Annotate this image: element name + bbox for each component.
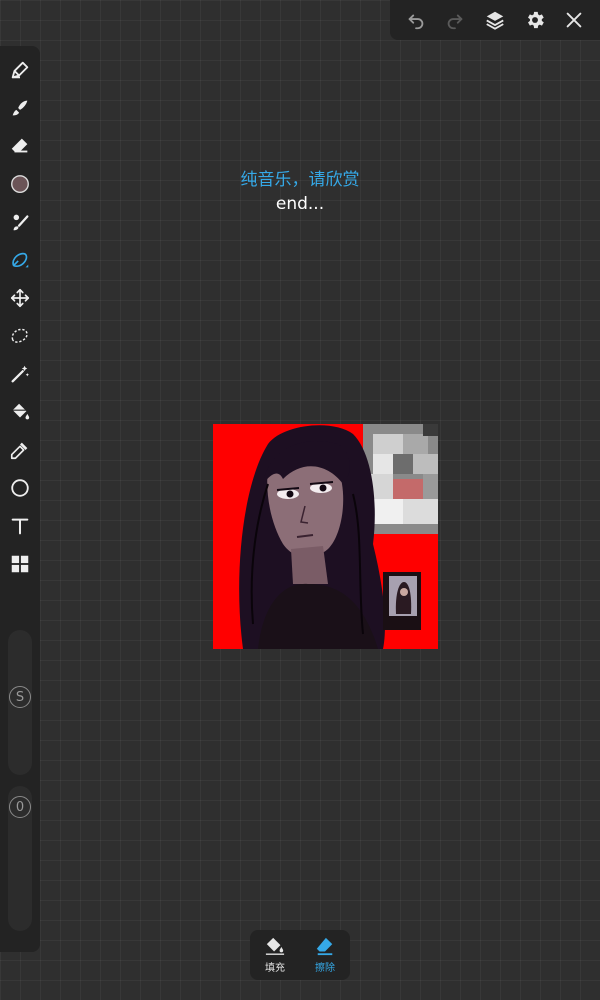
canvas-title-text: 纯音乐，请欣赏 xyxy=(240,170,360,190)
eraser-tool[interactable] xyxy=(6,132,34,160)
lasso-fill-tool[interactable] xyxy=(6,246,34,274)
brush-size-slider[interactable]: S xyxy=(8,630,32,775)
smudge-icon xyxy=(12,100,28,116)
text-tool[interactable] xyxy=(6,512,34,540)
top-toolbar xyxy=(390,0,600,40)
size-knob[interactable]: S xyxy=(9,686,31,708)
shape-tool[interactable] xyxy=(6,474,34,502)
lasso-select-icon xyxy=(11,328,28,343)
redo-icon xyxy=(448,14,463,30)
pen-tool[interactable] xyxy=(6,56,34,84)
artwork-image xyxy=(213,424,438,649)
fill-button[interactable]: 填充 xyxy=(253,936,297,974)
text-icon xyxy=(11,518,29,535)
magic-wand-icon xyxy=(11,365,29,383)
settings-button[interactable] xyxy=(520,5,550,35)
fill-bucket-tool[interactable] xyxy=(6,398,34,426)
gear-icon xyxy=(527,11,544,29)
pen-icon xyxy=(11,61,29,79)
lasso-select-tool[interactable] xyxy=(6,322,34,350)
shape-circle-icon xyxy=(11,479,29,497)
redo-button[interactable] xyxy=(440,5,470,35)
lasso-fill-icon xyxy=(12,252,29,268)
fill-bucket-icon xyxy=(11,403,30,420)
magic-wand-tool[interactable] xyxy=(6,360,34,388)
grid-tool[interactable] xyxy=(6,550,34,578)
eraser-icon xyxy=(316,937,333,956)
close-icon xyxy=(566,12,582,28)
close-button[interactable] xyxy=(559,5,589,35)
grid-icon xyxy=(11,555,29,573)
eraser-icon xyxy=(11,138,28,153)
move-icon xyxy=(10,288,30,308)
fill-bucket-icon xyxy=(265,937,285,955)
erase-label: 擦除 xyxy=(315,963,335,974)
erase-button[interactable]: 擦除 xyxy=(303,936,347,974)
eyedropper-tool[interactable] xyxy=(6,436,34,464)
smudge-tool[interactable] xyxy=(6,94,34,122)
opacity-slider[interactable]: 0 xyxy=(8,786,32,931)
move-tool[interactable] xyxy=(6,284,34,312)
layers-button[interactable] xyxy=(480,5,510,35)
undo-button[interactable] xyxy=(401,5,431,35)
opacity-knob[interactable]: 0 xyxy=(9,796,31,818)
fill-label: 填充 xyxy=(265,963,285,974)
brush-icon xyxy=(13,214,29,231)
canvas-subtitle-text: end... xyxy=(275,194,325,214)
bottom-tool-panel: 填充 擦除 xyxy=(250,930,350,980)
undo-icon xyxy=(408,14,424,30)
eyedropper-icon xyxy=(10,442,28,460)
layers-icon xyxy=(486,11,504,30)
